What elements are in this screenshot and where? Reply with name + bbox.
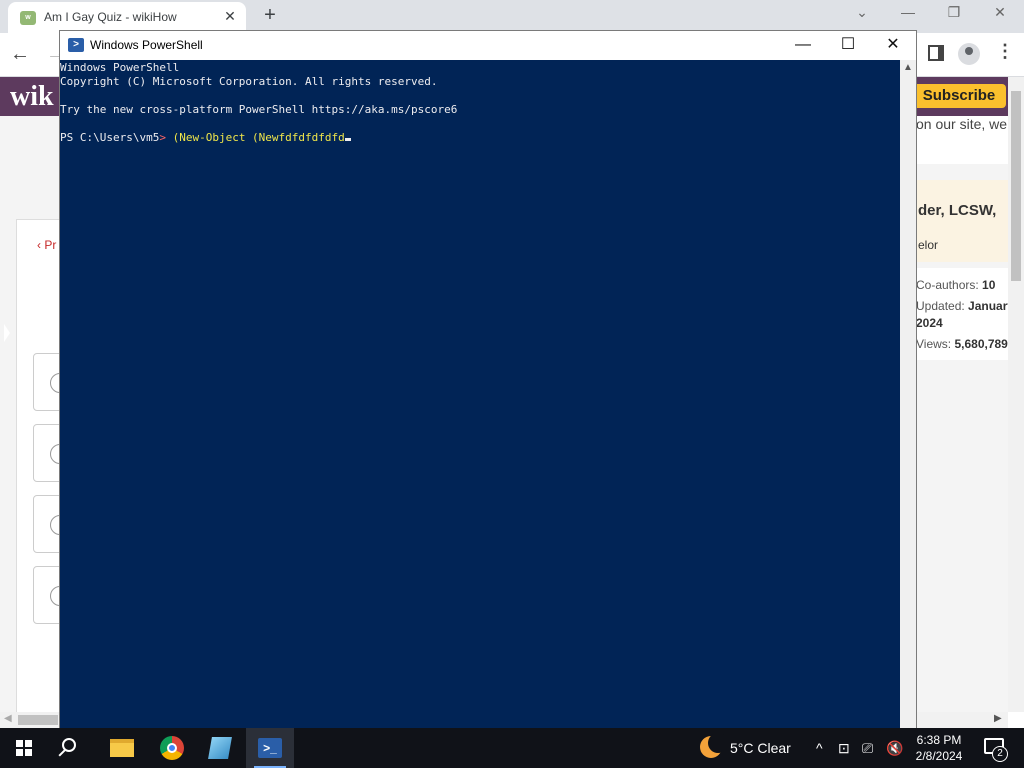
mouse-pointer-icon — [4, 324, 10, 342]
scroll-left-icon[interactable]: ◀ — [4, 713, 12, 724]
powershell-titlebar[interactable]: > Windows PowerShell — ☐ ✕ — [60, 31, 916, 60]
expert-card: der, LCSW, elor — [912, 180, 1008, 262]
article-stats: Co-authors: 10 Updated: January 2024 Vie… — [912, 268, 1008, 360]
console-line: Copyright (C) Microsoft Corporation. All… — [60, 75, 438, 88]
weather-label[interactable]: 5°C Clear — [730, 740, 791, 756]
clock-time: 6:38 PM — [916, 733, 962, 747]
tab-close-icon[interactable]: ✕ — [222, 8, 238, 25]
console-scrollbar[interactable]: ▲ — [900, 60, 916, 728]
minimize-button[interactable]: — — [780, 34, 826, 58]
clock-date: 2/8/2024 — [915, 749, 963, 763]
close-button[interactable]: ✕ — [870, 34, 916, 58]
powershell-console[interactable]: Windows PowerShell Copyright (C) Microso… — [60, 60, 900, 728]
prompt-arrow: > — [159, 131, 166, 144]
kebab-menu-icon[interactable]: ⋮ — [996, 41, 1014, 62]
powershell-icon: > — [68, 38, 84, 52]
chrome-button[interactable] — [148, 728, 196, 768]
windows-logo-icon — [16, 740, 32, 756]
chevron-up-icon[interactable]: ^ — [816, 740, 823, 756]
stat-updated: Updated: January — [916, 299, 1008, 313]
console-line: Try the new cross-platform PowerShell ht… — [60, 103, 458, 116]
volume-muted-icon[interactable]: 🔇 — [886, 740, 903, 757]
stat-coauthors: Co-authors: 10 — [916, 278, 996, 292]
browser-close-button[interactable]: ✕ — [990, 4, 1010, 21]
network-icon[interactable]: ⎚ — [862, 740, 873, 757]
taskbar: >_ 5°C Clear ^ ⊡ ⎚ 🔇 6:38 PM 2/8/2024 2 — [0, 728, 1024, 768]
file-explorer-button[interactable] — [98, 728, 146, 768]
notepad-icon — [208, 737, 232, 759]
tab-title: Am I Gay Quiz - wikiHow — [44, 10, 177, 24]
device-icon[interactable]: ⊡ — [838, 740, 850, 757]
folder-icon — [110, 739, 134, 757]
wikihow-logo[interactable]: wik — [10, 81, 54, 113]
expert-role: elor — [918, 238, 939, 252]
scrollbar-thumb[interactable] — [1011, 91, 1021, 281]
prompt-path: PS C:\Users\vm5 — [60, 131, 160, 144]
wikihow-favicon-icon: w — [20, 11, 36, 25]
tab-search-icon[interactable]: ⌄ — [852, 4, 872, 21]
stat-updated-year: 2024 — [916, 316, 943, 330]
scrollbar-thumb[interactable] — [18, 715, 58, 725]
scroll-right-icon[interactable]: ▶ — [994, 713, 1002, 724]
powershell-window[interactable]: > Windows PowerShell — ☐ ✕ Windows Power… — [59, 30, 917, 728]
search-button[interactable] — [48, 728, 96, 768]
profile-avatar-icon[interactable] — [958, 43, 980, 65]
scroll-up-icon[interactable]: ▲ — [903, 62, 913, 73]
article-snippet: on our site, we — [916, 116, 1008, 164]
browser-minimize-button[interactable]: — — [898, 4, 918, 20]
command-input[interactable]: (New-Object (Newfdfdfdfdfd — [166, 131, 345, 144]
system-clock[interactable]: 6:38 PM 2/8/2024 — [908, 732, 970, 764]
prompt-line[interactable]: PS C:\Users\vm5> (New-Object (Newfdfdfdf… — [60, 131, 351, 145]
side-panel-icon[interactable] — [928, 45, 944, 61]
search-icon — [62, 738, 76, 752]
previous-question-link[interactable]: ‹ Pr — [37, 238, 56, 252]
chrome-icon — [160, 736, 184, 760]
browser-tab[interactable]: w Am I Gay Quiz - wikiHow ✕ — [8, 2, 246, 33]
browser-restore-button[interactable]: ❐ — [944, 4, 964, 21]
powershell-icon: >_ — [258, 738, 282, 758]
window-title: Windows PowerShell — [90, 38, 203, 52]
powershell-taskbar-button[interactable]: >_ — [246, 728, 294, 768]
moon-weather-icon[interactable] — [700, 733, 728, 758]
text-cursor — [344, 138, 351, 141]
maximize-button[interactable]: ☐ — [825, 34, 871, 58]
back-arrow-icon[interactable]: ← — [10, 43, 30, 66]
stat-views: Views: 5,680,789 — [916, 337, 1008, 351]
new-tab-button[interactable]: + — [260, 4, 280, 27]
tab-strip: w Am I Gay Quiz - wikiHow ✕ + ⌄ — ❐ ✕ — [0, 0, 1024, 33]
notepad-button[interactable] — [196, 728, 244, 768]
subscribe-button[interactable]: Subscribe — [912, 84, 1006, 108]
expert-name[interactable]: der, LCSW, — [918, 202, 996, 219]
console-line: Windows PowerShell — [60, 61, 180, 74]
notification-count-badge: 2 — [992, 746, 1008, 762]
page-vertical-scrollbar[interactable] — [1008, 77, 1024, 712]
start-button[interactable] — [0, 728, 48, 768]
